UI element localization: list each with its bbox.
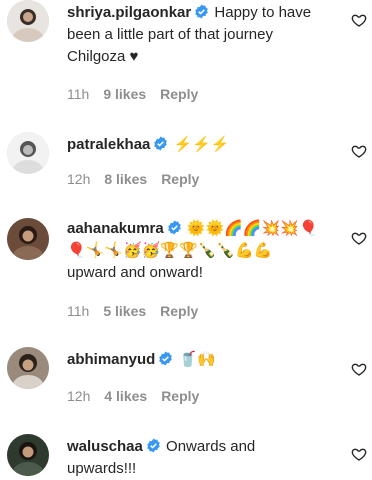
likes-count[interactable]: 9 likes bbox=[103, 86, 146, 102]
timestamp[interactable]: 11h bbox=[67, 86, 89, 102]
likes-count[interactable]: 4 likes bbox=[104, 388, 147, 404]
comment-body: aahanakumra 🌞🌞🌈🌈💥💥🎈🎈🤸🤸🥳🥳🏆🏆🍾🍾💪💪 upward an… bbox=[67, 218, 325, 284]
comment-meta: 12h 4 likes Reply bbox=[67, 388, 199, 404]
timestamp[interactable]: 11h bbox=[67, 303, 89, 319]
username-link[interactable]: shriya.pilgaonkar bbox=[67, 4, 191, 21]
reply-button[interactable]: Reply bbox=[161, 388, 199, 404]
username-link[interactable]: waluschaa bbox=[67, 438, 143, 455]
comment-body: waluschaa Onwards and upwards!!! bbox=[67, 436, 325, 480]
comment-meta: 11h 9 likes Reply bbox=[67, 86, 198, 102]
avatar[interactable] bbox=[7, 0, 49, 42]
avatar[interactable] bbox=[7, 434, 49, 476]
like-heart-icon[interactable] bbox=[351, 12, 367, 28]
comment-body: patralekhaa ⚡⚡⚡ bbox=[67, 134, 325, 156]
avatar[interactable] bbox=[7, 218, 49, 260]
likes-count[interactable]: 8 likes bbox=[104, 171, 147, 187]
avatar[interactable] bbox=[7, 132, 49, 174]
comment-emoji: ⚡⚡⚡ bbox=[173, 136, 230, 153]
comment-emoji: 🥤🙌 bbox=[178, 351, 216, 368]
like-heart-icon[interactable] bbox=[351, 361, 367, 377]
reply-button[interactable]: Reply bbox=[160, 303, 198, 319]
comment-body: shriya.pilgaonkar Happy to have been a l… bbox=[67, 2, 325, 68]
username-link[interactable]: abhimanyud bbox=[67, 351, 155, 368]
like-heart-icon[interactable] bbox=[351, 446, 367, 462]
likes-count[interactable]: 5 likes bbox=[103, 303, 146, 319]
comment-text: upward and onward! bbox=[67, 264, 203, 281]
timestamp[interactable]: 12h bbox=[67, 171, 90, 187]
verified-icon bbox=[194, 4, 209, 19]
comment-meta: 12h 8 likes Reply bbox=[67, 171, 199, 187]
comment-body: abhimanyud 🥤🙌 bbox=[67, 349, 325, 371]
like-heart-icon[interactable] bbox=[351, 143, 367, 159]
timestamp[interactable]: 12h bbox=[67, 388, 90, 404]
verified-icon bbox=[153, 136, 168, 151]
like-heart-icon[interactable] bbox=[351, 230, 367, 246]
avatar[interactable] bbox=[7, 347, 49, 389]
comment-meta: 11h 5 likes Reply bbox=[67, 303, 198, 319]
verified-icon bbox=[146, 438, 161, 453]
username-link[interactable]: aahanakumra bbox=[67, 220, 164, 237]
reply-button[interactable]: Reply bbox=[161, 171, 199, 187]
reply-button[interactable]: Reply bbox=[160, 86, 198, 102]
verified-icon bbox=[167, 220, 182, 235]
verified-icon bbox=[158, 351, 173, 366]
username-link[interactable]: patralekhaa bbox=[67, 136, 150, 153]
